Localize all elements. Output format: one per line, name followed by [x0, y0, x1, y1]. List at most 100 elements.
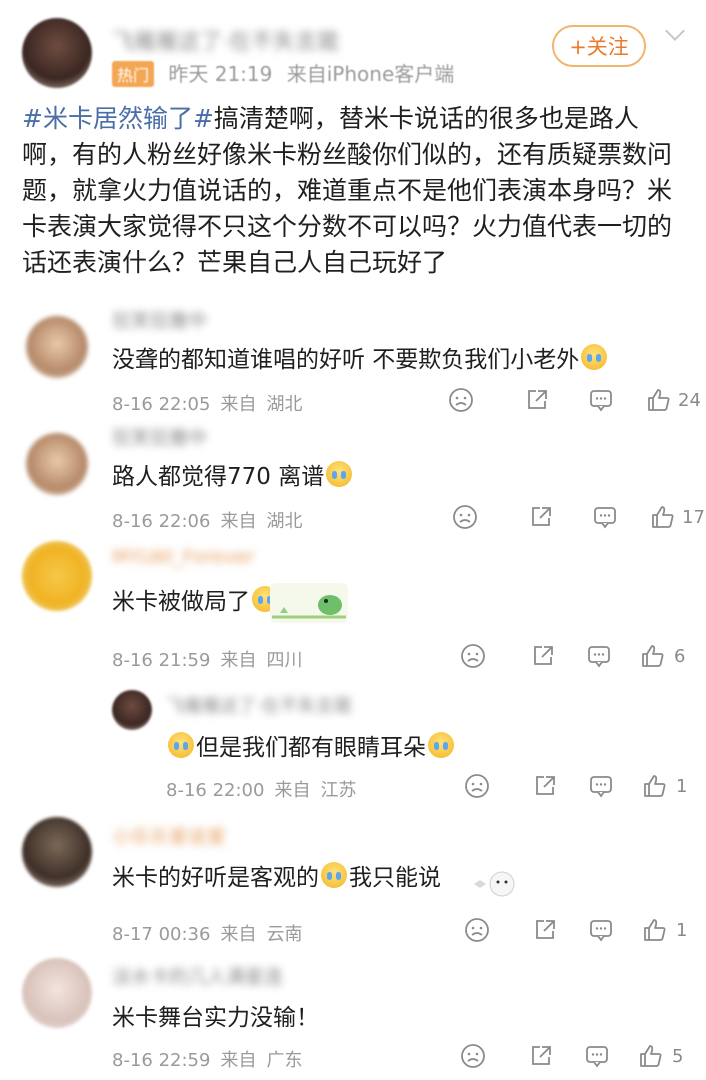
share-button[interactable] — [524, 387, 550, 413]
comment-icon — [590, 390, 612, 412]
comment-avatar[interactable] — [22, 817, 92, 887]
share-icon — [536, 776, 555, 795]
comment-location: 云南 — [266, 924, 303, 945]
share-icon — [528, 390, 547, 409]
comment-button[interactable] — [584, 1043, 610, 1069]
dislike-button[interactable] — [452, 504, 478, 530]
comment-avatar[interactable] — [22, 541, 92, 611]
comment-icon — [590, 920, 612, 942]
comment-location: 江苏 — [320, 780, 357, 801]
share-button[interactable] — [532, 917, 558, 943]
comment-meta: 8-16 22:06 来自 湖北 — [112, 511, 303, 532]
share-icon — [534, 646, 553, 665]
comment-author-name[interactable]: MYLWI_Forever — [112, 546, 254, 568]
comment-avatar[interactable] — [22, 958, 92, 1028]
hashtag-link[interactable]: #米卡居然输了# — [22, 104, 214, 133]
comment-date: 8-16 22:05 — [112, 394, 211, 415]
like-button[interactable]: 6 — [640, 643, 685, 669]
comment-date: 8-16 22:06 — [112, 511, 211, 532]
crying-emoji-icon — [168, 732, 194, 758]
dislike-button[interactable] — [464, 917, 490, 943]
comment-text: 米卡被做局了 — [112, 582, 280, 616]
like-count: 5 — [672, 1045, 684, 1067]
comment-meta: 8-16 21:59 来自 四川 — [112, 650, 303, 671]
like-button[interactable]: 1 — [642, 917, 687, 943]
comment-actions: 5 — [460, 1043, 683, 1069]
like-count: 1 — [676, 919, 688, 941]
post-time: 昨天 21:19 — [168, 62, 273, 86]
like-icon — [652, 506, 674, 528]
sticker-image — [470, 862, 516, 902]
reply-avatar[interactable] — [112, 690, 152, 730]
comment-author-name[interactable]: 小乐乐爱说爱 — [112, 822, 226, 849]
comment-author-name[interactable]: 狂笑狂撒中 — [112, 423, 207, 450]
like-count: 17 — [682, 506, 705, 528]
comment-avatar[interactable] — [26, 316, 88, 378]
dislike-button[interactable] — [460, 643, 486, 669]
reply-text: 但是我们都有眼睛耳朵 — [166, 728, 456, 762]
comment-meta: 8-17 00:36 来自 云南 — [112, 924, 303, 945]
comment-actions: 1 — [464, 917, 687, 943]
dislike-icon — [465, 774, 489, 798]
comment-date: 8-16 21:59 — [112, 650, 211, 671]
comment-location: 四川 — [266, 650, 303, 671]
comment-button[interactable] — [588, 773, 614, 799]
comment-meta: 8-16 22:59 来自 广东 — [112, 1050, 303, 1071]
reply-actions: 1 — [464, 773, 687, 799]
comment-button[interactable] — [592, 504, 618, 530]
comment-icon — [588, 646, 610, 668]
comment-date: 8-17 00:36 — [112, 924, 211, 945]
post-meta: 热门 昨天 21:19 来自iPhone客户端 — [112, 58, 454, 87]
post-author-name[interactable]: 飞雁雁这了·在不失言箴 — [112, 24, 339, 56]
post-author-avatar[interactable] — [22, 18, 92, 88]
comment-meta: 8-16 22:05 来自 湖北 — [112, 394, 303, 415]
comment-author-name[interactable]: 淡水卡的几人满星连 — [112, 962, 283, 989]
comment-location: 湖北 — [266, 511, 303, 532]
share-button[interactable] — [532, 773, 558, 799]
comment-avatar[interactable] — [26, 433, 88, 495]
dislike-button[interactable] — [460, 1043, 486, 1069]
comment-actions: 17 — [452, 504, 705, 530]
post-body: #米卡居然输了#搞清楚啊，替米卡说话的很多也是路人啊，有的人粉丝好像米卡粉丝酸你… — [22, 101, 672, 281]
dislike-icon — [465, 918, 489, 942]
share-icon — [532, 1046, 551, 1065]
post-source: 来自iPhone客户端 — [286, 62, 455, 86]
reply-author-name[interactable]: 飞雁雁这了·在不失言箴 — [166, 692, 352, 718]
share-button[interactable] — [528, 1043, 554, 1069]
share-button[interactable] — [528, 504, 554, 530]
comment-button[interactable] — [588, 387, 614, 413]
like-button[interactable]: 17 — [650, 504, 705, 530]
comment-button[interactable] — [586, 643, 612, 669]
comment-text: 路人都觉得770 离谱 — [112, 457, 354, 491]
sticker-image — [270, 583, 348, 623]
share-icon — [536, 920, 555, 939]
like-icon — [640, 1045, 662, 1067]
puppy-sticker-icon — [474, 871, 515, 897]
comment-text: 米卡的好听是客观的 我只能说 — [112, 858, 441, 892]
like-button[interactable]: 5 — [638, 1043, 683, 1069]
like-icon — [642, 645, 664, 667]
comment-actions: 24 — [448, 387, 701, 413]
dislike-icon — [449, 388, 473, 412]
chevron-down-icon[interactable] — [665, 21, 685, 41]
like-count: 6 — [674, 645, 686, 667]
dislike-button[interactable] — [448, 387, 474, 413]
share-button[interactable] — [530, 643, 556, 669]
crying-emoji-icon — [581, 344, 608, 370]
like-icon — [644, 775, 666, 797]
follow-button[interactable]: +关注 — [552, 25, 646, 67]
comment-date: 8-16 22:00 — [166, 780, 265, 801]
comment-icon — [586, 1046, 608, 1068]
comment-actions: 6 — [460, 643, 685, 669]
dislike-icon — [453, 505, 477, 529]
comment-location: 广东 — [266, 1050, 303, 1071]
like-count: 24 — [678, 389, 701, 411]
like-button[interactable]: 24 — [646, 387, 701, 413]
dislike-button[interactable] — [464, 773, 490, 799]
comment-button[interactable] — [588, 917, 614, 943]
comment-icon — [590, 776, 612, 798]
like-icon — [648, 389, 670, 411]
comment-text: 米卡舞台实力没输！ — [112, 1005, 319, 1031]
like-button[interactable]: 1 — [642, 773, 687, 799]
comment-author-name[interactable]: 狂笑狂撒中 — [112, 306, 207, 333]
